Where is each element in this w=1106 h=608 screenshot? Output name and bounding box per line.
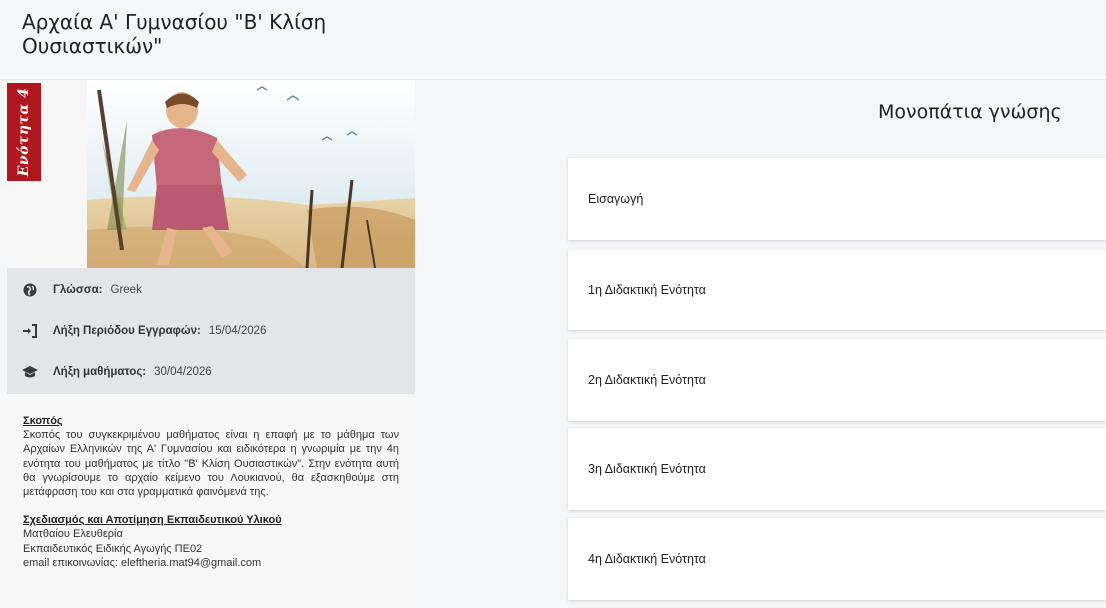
language-value: Greek	[110, 284, 142, 296]
course-hero-image: Ενότητα 4	[7, 80, 415, 268]
unit-tag-label: Ενότητα 4	[16, 87, 32, 177]
course-description: Σκοπός Σκοπός του συγκεκριμένου μαθήματο…	[7, 394, 415, 608]
path-card[interactable]: 1η Διδακτική Ενότητα	[568, 250, 1106, 330]
illustration-fisherman	[7, 80, 415, 268]
author-name: Ματθαίου Ελευθερία	[23, 528, 123, 541]
course-end-row: Λήξη μαθήματος: 30/04/2026	[21, 361, 212, 383]
goal-heading: Σκοπός	[23, 415, 63, 427]
globe-icon	[21, 281, 39, 299]
course-end-label: Λήξη μαθήματος:	[53, 366, 147, 378]
enrollment-label: Λήξη Περιόδου Εγγραφών:	[53, 325, 201, 337]
sign-in-icon	[21, 322, 39, 340]
course-title: Αρχαία Α' Γυμνασίου "Β' Κλίση Ουσιαστικώ…	[22, 10, 327, 58]
enrollment-value: 15/04/2026	[208, 325, 267, 337]
path-card[interactable]: 2η Διδακτική Ενότητα	[568, 339, 1106, 421]
knowledge-paths-title: Μονοπάτια γνώσης	[878, 101, 1062, 123]
path-card-label: 4η Διδακτική Ενότητα	[588, 552, 706, 566]
path-card-label: Εισαγωγή	[588, 192, 644, 206]
goal-text: Σκοπός του συγκεκριμένου μαθήματος είναι…	[23, 429, 399, 499]
design-heading: Σχεδιασμός και Αποτίμηση Εκπαιδευτικού Υ…	[23, 514, 282, 527]
course-info-panel: Ενότητα 4 Γλώσσα: Greek Λήξη Περιόδου Εγ…	[7, 80, 415, 608]
course-end-value: 30/04/2026	[154, 366, 212, 378]
path-card-label: 2η Διδακτική Ενότητα	[588, 373, 706, 387]
graduation-cap-icon	[21, 363, 39, 381]
path-card-label: 3η Διδακτική Ενότητα	[588, 462, 706, 476]
unit-tag: Ενότητα 4	[7, 83, 41, 181]
enrollment-row: Λήξη Περιόδου Εγγραφών: 15/04/2026	[21, 320, 266, 342]
author-email: email επικοινωνίας: eleftheria.mat94@gma…	[23, 556, 262, 569]
author-role: Εκπαιδευτικός Ειδικής Αγωγής ΠΕ02	[23, 542, 203, 555]
path-card[interactable]: Εισαγωγή	[568, 158, 1106, 240]
language-row: Γλώσσα: Greek	[21, 279, 142, 301]
path-card[interactable]: 4η Διδακτική Ενότητα	[568, 518, 1106, 600]
language-label: Γλώσσα:	[53, 284, 103, 296]
course-info: Γλώσσα: Greek Λήξη Περιόδου Εγγραφών: 15…	[7, 268, 415, 394]
path-card-label: 1η Διδακτική Ενότητα	[588, 283, 706, 297]
page-header: Αρχαία Α' Γυμνασίου "Β' Κλίση Ουσιαστικώ…	[0, 0, 1106, 80]
path-card[interactable]: 3η Διδακτική Ενότητα	[568, 428, 1106, 510]
